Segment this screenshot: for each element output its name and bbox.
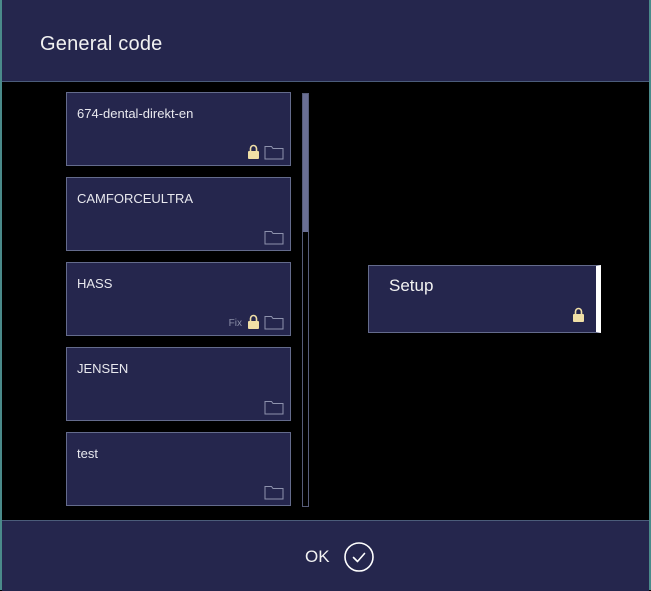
scrollbar[interactable] (302, 93, 309, 507)
ok-label: OK (305, 547, 330, 566)
lock-icon (247, 314, 260, 330)
lock-icon (247, 144, 260, 160)
lock-icon (572, 307, 585, 323)
dialog-header: General code (2, 0, 649, 82)
code-label: test (77, 446, 98, 461)
folder-icon[interactable] (264, 144, 284, 160)
ok-button[interactable]: OK (305, 541, 375, 573)
code-label: HASS (77, 276, 113, 291)
code-card-hass[interactable]: HASS Fix (66, 262, 291, 336)
code-label: JENSEN (77, 361, 129, 376)
scrollbar-thumb[interactable] (303, 94, 308, 232)
dialog-footer: OK (2, 520, 649, 591)
folder-icon[interactable] (264, 229, 284, 245)
dialog-title: General code (40, 33, 163, 55)
code-card-test[interactable]: test (66, 432, 291, 506)
folder-icon[interactable] (264, 484, 284, 500)
code-label: 674-dental-direkt-en (77, 106, 194, 121)
check-circle-icon (343, 541, 375, 573)
folder-icon[interactable] (264, 399, 284, 415)
code-card-camforceultra[interactable]: CAMFORCEULTRA (66, 177, 291, 251)
setup-button[interactable]: Setup (368, 265, 601, 333)
code-list: 674-dental-direkt-en CAMFORCEULTRA HASS … (66, 92, 311, 508)
code-card-674-dental-direkt-en[interactable]: 674-dental-direkt-en (66, 92, 291, 166)
fix-label: Fix (228, 318, 242, 329)
setup-label: Setup (389, 276, 434, 295)
code-label: CAMFORCEULTRA (77, 191, 194, 206)
folder-icon[interactable] (264, 314, 284, 330)
code-card-jensen[interactable]: JENSEN (66, 347, 291, 421)
dialog: General code 674-dental-direkt-en CAMFOR… (0, 0, 651, 591)
